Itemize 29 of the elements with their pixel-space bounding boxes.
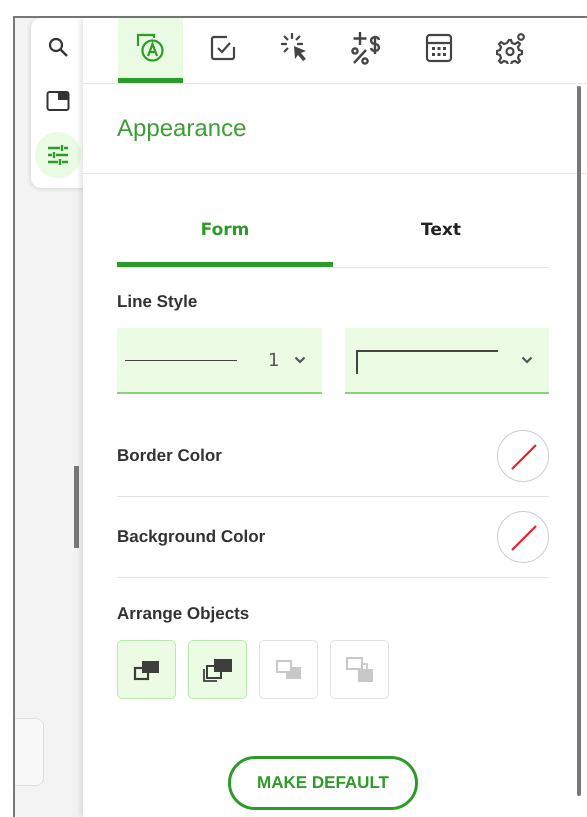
bring-to-front-icon <box>132 658 160 680</box>
tab[interactable]: Form <box>117 198 333 267</box>
section-label: Line Style <box>117 292 198 312</box>
send-to-back-icon <box>344 656 374 684</box>
arrange-button[interactable] <box>188 640 247 699</box>
row-label: Background Color <box>117 527 266 547</box>
no-color-swatch[interactable] <box>497 511 549 563</box>
sliders-icon <box>46 144 70 166</box>
bring-forward-icon <box>202 656 234 682</box>
no-color-swatch[interactable] <box>497 430 549 482</box>
calculator-icon <box>424 33 452 63</box>
settings-icon <box>496 32 526 64</box>
panel-title: Appearance <box>117 114 246 142</box>
scrollbar[interactable] <box>577 86 581 796</box>
row-label: Border Color <box>117 446 222 466</box>
section-label: Arrange Objects <box>117 604 250 624</box>
dropdown-value: 1 <box>268 350 280 370</box>
chevron-down-icon <box>521 356 533 364</box>
send-backward-icon <box>274 658 302 680</box>
text-frame-icon <box>134 32 166 64</box>
make-default-button[interactable]: MAKE DEFAULT <box>228 756 418 810</box>
dropdown[interactable] <box>344 328 549 394</box>
panel-icon <box>46 90 70 112</box>
search-icon <box>47 36 69 58</box>
tab[interactable]: Text <box>333 198 549 267</box>
arrange-button[interactable] <box>117 640 176 699</box>
chevron-down-icon <box>294 356 306 364</box>
checkbox-icon <box>208 34 236 62</box>
dropdown[interactable]: 1 <box>117 328 322 394</box>
